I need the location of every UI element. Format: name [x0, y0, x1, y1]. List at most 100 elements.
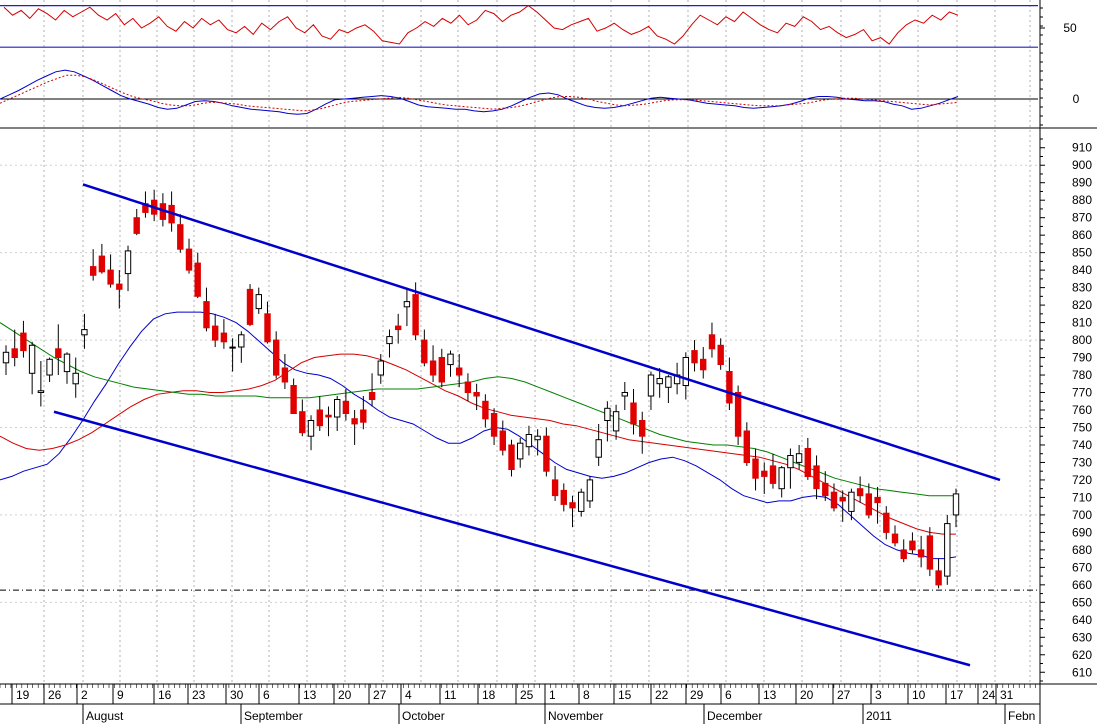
candlestick: [525, 425, 533, 456]
candlestick: [316, 396, 324, 431]
candle-body: [769, 465, 777, 484]
x-tick-label: 15: [618, 688, 632, 702]
candle-body: [456, 367, 463, 376]
moving-average-line: [0, 353, 956, 535]
candlestick: [177, 214, 184, 253]
y-tick-label: 680: [1072, 543, 1092, 557]
candle-body: [90, 266, 97, 276]
candlestick: [952, 488, 960, 528]
macd-tick-label: 0: [1073, 92, 1080, 106]
osc-tick-label: 50: [1063, 21, 1077, 35]
candlestick: [37, 361, 45, 407]
candle-body: [839, 496, 846, 502]
candlestick: [81, 313, 88, 349]
candle-body: [926, 535, 934, 570]
candlestick: [438, 348, 446, 388]
candlestick: [743, 422, 750, 466]
month-label: October: [402, 709, 445, 723]
candlestick: [621, 382, 628, 410]
y-tick-label: 770: [1072, 386, 1092, 400]
candlestick: [290, 378, 297, 414]
candle-body: [604, 407, 611, 421]
y-tick-label: 700: [1072, 508, 1092, 522]
x-tick-label: 1: [549, 688, 556, 702]
candle-body: [28, 344, 36, 374]
x-tick-label: 11: [444, 688, 457, 702]
candle-body: [595, 439, 602, 458]
candlestick: [72, 357, 79, 398]
candle-body: [377, 360, 385, 376]
price-panel: [0, 183, 1038, 667]
candle-body: [560, 489, 567, 505]
x-tick-label: 6: [263, 688, 270, 702]
x-tick-label: 29: [690, 688, 704, 702]
candlestick: [246, 284, 254, 327]
candlestick: [203, 287, 210, 332]
candlestick: [116, 270, 123, 309]
candlestick: [124, 245, 132, 292]
candle-body: [517, 442, 524, 460]
y-tick-label: 720: [1072, 473, 1092, 487]
candle-body: [307, 420, 315, 437]
candle-body: [944, 523, 951, 577]
candle-body: [386, 336, 393, 345]
x-tick-label: 4: [405, 688, 412, 702]
candle-body: [177, 224, 184, 250]
y-tick-label: 870: [1072, 211, 1092, 225]
candlestick: [185, 238, 193, 274]
candlestick: [281, 354, 289, 390]
candle-body: [403, 301, 411, 308]
candlestick: [517, 437, 524, 468]
candle-body: [891, 533, 899, 544]
month-label: 2011: [866, 709, 892, 723]
candlestick: [848, 488, 855, 521]
candlestick: [560, 483, 567, 512]
candlestick: [238, 331, 245, 363]
candle-body: [830, 491, 838, 509]
candlestick: [28, 341, 36, 395]
y-tick-label: 610: [1072, 665, 1092, 679]
y-tick-label: 690: [1072, 525, 1092, 539]
candlestick: [447, 350, 454, 377]
candle-body: [212, 325, 219, 341]
candle-body: [11, 348, 18, 358]
candle-body: [778, 467, 785, 490]
candle-body: [578, 491, 585, 512]
candle-body: [848, 491, 855, 512]
y-tick-label: 910: [1072, 141, 1092, 155]
candle-body: [220, 332, 228, 343]
candle-body: [98, 255, 106, 273]
y-tick-label: 640: [1072, 613, 1092, 627]
candlestick: [490, 408, 498, 445]
candlestick: [151, 189, 158, 222]
x-tick-label: 20: [800, 688, 814, 702]
moving-average-line: [0, 322, 956, 497]
candlestick: [543, 427, 550, 477]
candle-body: [368, 392, 376, 400]
candle-body: [804, 448, 811, 477]
candlestick: [63, 352, 71, 384]
y-tick-label: 660: [1072, 578, 1092, 592]
candlestick: [212, 313, 219, 348]
candle-body: [421, 339, 428, 364]
x-tick-label: 19: [16, 688, 30, 702]
candle-body: [717, 344, 724, 365]
candlestick: [421, 329, 428, 367]
macd-series-line: [0, 74, 959, 112]
candlestick: [691, 340, 698, 372]
y-tick-label: 730: [1072, 455, 1092, 469]
y-tick-label: 830: [1072, 281, 1092, 295]
candlestick: [639, 411, 646, 454]
candle-body: [194, 262, 201, 297]
candle-body: [325, 414, 332, 418]
candlestick: [395, 313, 402, 344]
candlestick: [578, 488, 585, 517]
y-tick-label: 850: [1072, 246, 1092, 260]
candle-body: [490, 413, 498, 437]
channel-upper-line: [82, 183, 1001, 482]
candlestick: [551, 465, 559, 501]
candle-body: [508, 444, 515, 470]
candle-body: [281, 367, 289, 383]
candle-body: [107, 269, 114, 285]
candle-body: [917, 549, 925, 558]
